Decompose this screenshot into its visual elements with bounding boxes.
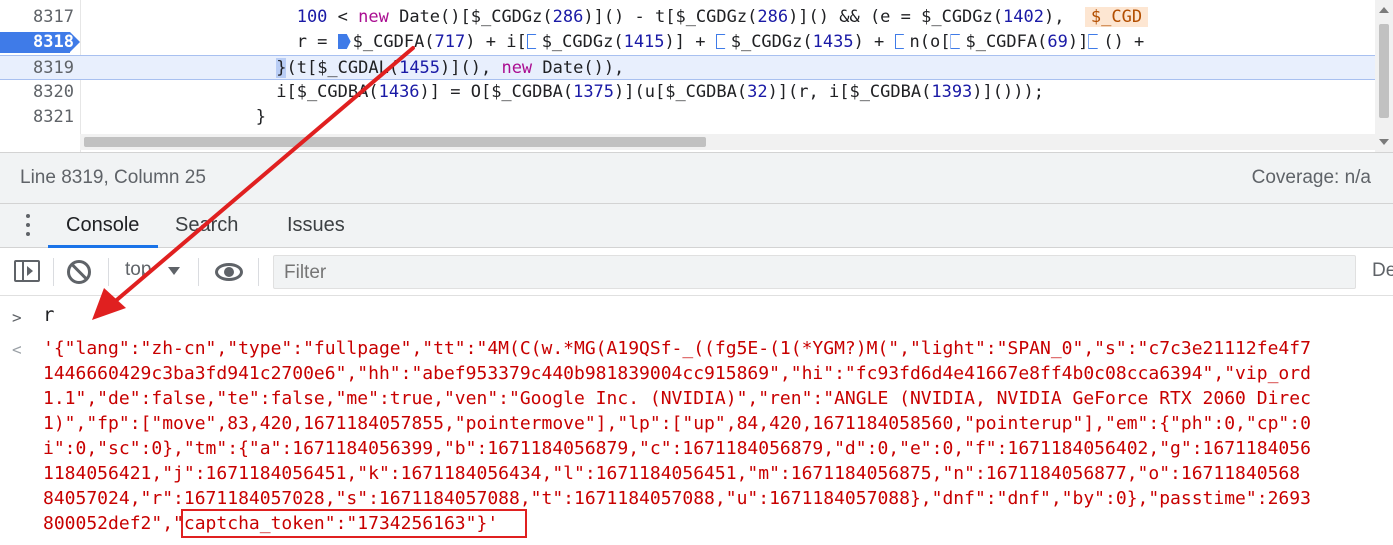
log-levels-dropdown[interactable]: De xyxy=(1372,260,1393,282)
context-selector[interactable]: top xyxy=(125,259,151,281)
console-output[interactable]: > r < '{"lang":"zh-cn","type":"fullpage"… xyxy=(0,296,1393,545)
result-line: '{"lang":"zh-cn","type":"fullpage","tt":… xyxy=(43,338,1311,359)
line-number[interactable]: 8321 xyxy=(0,105,74,130)
scroll-down-icon[interactable] xyxy=(1379,139,1389,145)
result-line: 1184056421,"j":1671184056451,"k":1671184… xyxy=(43,463,1301,484)
show-sidebar-icon[interactable] xyxy=(14,260,40,282)
filter-input[interactable] xyxy=(284,262,1334,284)
inline-breakpoint-icon[interactable] xyxy=(337,34,351,49)
captcha-token-highlight-box xyxy=(181,509,527,538)
cursor-brace: } xyxy=(276,58,287,78)
result-line: 84057024,"r":1671184057028,"s":167118405… xyxy=(43,488,1311,509)
scroll-thumb[interactable] xyxy=(1379,24,1389,118)
toolbar-divider xyxy=(53,258,54,286)
more-options-icon[interactable] xyxy=(24,214,32,238)
line-number[interactable]: 8320 xyxy=(0,80,74,105)
inline-breakpoint-icon[interactable] xyxy=(950,34,964,49)
vertical-scrollbar[interactable] xyxy=(1375,0,1393,152)
chevron-down-icon[interactable] xyxy=(168,267,180,275)
code-line-8317[interactable]: 8317 100 < new Date()[$_CGDGz(286)]() - … xyxy=(0,5,1375,30)
input-prompt-icon: > xyxy=(12,308,22,327)
clear-console-icon[interactable] xyxy=(67,260,91,284)
code-line-8320[interactable]: 8320 i[$_CGDBA(1436)] = O[$_CGDBA(1375)]… xyxy=(0,80,1375,105)
toolbar-divider xyxy=(108,258,109,286)
code-line-8318[interactable]: 8318 r = $_CGDFA(717) + i[$_CGDGz(1415)]… xyxy=(0,30,1375,55)
inline-breakpoint-icon[interactable] xyxy=(526,34,540,49)
scroll-thumb[interactable] xyxy=(84,137,706,147)
code-text: } xyxy=(255,107,267,127)
inline-breakpoint-icon[interactable] xyxy=(715,34,729,49)
result-line: 1.1","de":false,"te":false,"me":true,"ve… xyxy=(43,388,1311,409)
live-expression-eye-icon[interactable] xyxy=(215,263,243,281)
tab-issues[interactable]: Issues xyxy=(287,214,345,237)
input-expression: r xyxy=(43,304,55,326)
result-line: i":0,"sc":0},"tm":{"a":1671184056399,"b"… xyxy=(43,438,1311,459)
code-line-8319[interactable]: 8319 }(t[$_CGDAL(1455)](), new Date()), xyxy=(0,55,1375,80)
toolbar-divider xyxy=(198,258,199,286)
code-line-8321[interactable]: 8321 } xyxy=(0,105,1375,130)
code-text: i[$_CGDBA(1436)] = O[$_CGDBA(1375)](u[$_… xyxy=(276,82,1044,102)
tab-console[interactable]: Console xyxy=(66,214,139,237)
code-text: }(t[$_CGDAL(1455)](), new Date()), xyxy=(276,58,625,78)
inline-breakpoint-icon[interactable] xyxy=(894,34,908,49)
inline-breakpoint-icon[interactable] xyxy=(1088,34,1102,49)
tab-search[interactable]: Search xyxy=(175,214,238,237)
filter-box[interactable] xyxy=(273,255,1356,289)
evaluated-value-tag: $_CGD xyxy=(1084,7,1149,27)
line-number[interactable]: 8318 xyxy=(0,30,74,55)
code-text: 100 < new Date()[$_CGDGz(286)]() - t[$_C… xyxy=(92,5,1149,30)
scroll-up-icon[interactable] xyxy=(1379,7,1389,13)
console-toolbar: top De xyxy=(0,248,1393,296)
drawer-tab-bar: Console Search Issues xyxy=(0,204,1393,248)
toolbar-divider xyxy=(258,258,259,286)
coverage-status[interactable]: Coverage: n/a xyxy=(1252,167,1371,189)
line-number[interactable]: 8319 xyxy=(0,56,74,81)
result-line: 1)","fp":["move",83,420,1671184057855,"p… xyxy=(43,413,1311,434)
horizontal-scrollbar[interactable] xyxy=(80,134,1375,150)
cursor-position: Line 8319, Column 25 xyxy=(20,167,206,188)
source-editor[interactable]: 8317 100 < new Date()[$_CGDGz(286)]() - … xyxy=(0,0,1393,152)
code-text: r = $_CGDFA(717) + i[$_CGDGz(1415)] + $_… xyxy=(296,32,1145,52)
result-line: 1446660429c3ba3fd941c2700e6","hh":"abef9… xyxy=(43,363,1311,384)
editor-status-bar: Line 8319, Column 25 Coverage: n/a xyxy=(0,152,1393,204)
line-number[interactable]: 8317 xyxy=(0,5,74,30)
result-prompt-icon: < xyxy=(12,340,22,359)
